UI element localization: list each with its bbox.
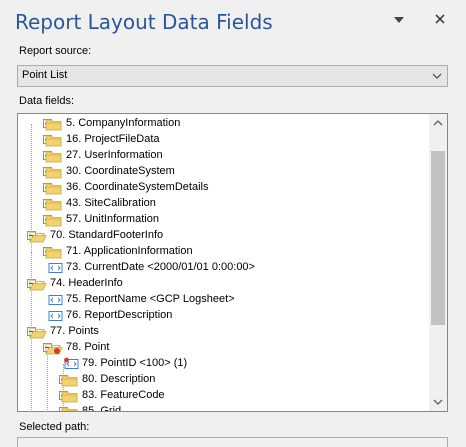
folder-icon xyxy=(61,388,79,404)
tree-item[interactable]: 16. ProjectFileData xyxy=(18,132,428,148)
tree-item[interactable]: 76. ReportDescription xyxy=(18,308,428,324)
folder-icon xyxy=(45,244,63,260)
up-arrow-icon[interactable] xyxy=(429,114,447,132)
report-source-label: Report source: xyxy=(19,45,92,57)
report-source-dropdown[interactable]: Point List xyxy=(17,65,448,87)
tree-item-label: 5. CompanyInformation xyxy=(66,117,181,129)
data-fields-tree[interactable]: 5. CompanyInformation 16. ProjectFileData… xyxy=(17,113,448,412)
tree-item[interactable]: 5. CompanyInformation xyxy=(18,116,428,132)
tree-item[interactable]: 43. SiteCalibration xyxy=(18,196,428,212)
chevron-down-icon xyxy=(432,73,442,79)
tree-item-label: 85. Grid xyxy=(82,405,122,411)
tree-item-label: 80. Description xyxy=(82,373,156,385)
tree-item-label: 36. CoordinateSystemDetails xyxy=(66,181,209,193)
tree-item-label: 71. ApplicationInformation xyxy=(66,245,193,257)
folder-icon xyxy=(45,132,63,148)
folder-icon xyxy=(45,116,63,132)
folder-icon xyxy=(61,372,79,388)
folder-icon xyxy=(45,212,63,228)
data-field-icon xyxy=(47,308,65,324)
tree-item-label: 79. PointID <100> (1) xyxy=(82,357,188,369)
tree-item[interactable]: 73. CurrentDate <2000/01/01 0:00:00> xyxy=(18,260,428,276)
close-icon[interactable] xyxy=(432,11,448,27)
tree-item-label: 16. ProjectFileData xyxy=(66,133,160,145)
folder-icon xyxy=(45,196,63,212)
report-source-value: Point List xyxy=(22,69,68,81)
data-fields-label: Data fields: xyxy=(19,95,75,107)
window-title: Report Layout Data Fields xyxy=(15,10,273,34)
tree-item[interactable]: 74. HeaderInfo xyxy=(18,276,428,292)
down-arrow-icon[interactable] xyxy=(429,393,447,411)
tree-item-label: 27. UserInformation xyxy=(66,149,163,161)
tree-item[interactable]: 85. Grid xyxy=(18,404,428,411)
data-field-icon xyxy=(47,260,65,276)
tree-item-label: 78. Point xyxy=(66,341,110,353)
scroll-thumb[interactable] xyxy=(431,151,445,325)
tree-item[interactable]: 71. ApplicationInformation xyxy=(18,244,428,260)
tree-item[interactable]: 70. StandardFooterInfo xyxy=(18,228,428,244)
tree-item[interactable]: 80. Description xyxy=(18,372,428,388)
tree-item-label: 73. CurrentDate <2000/01/01 0:00:00> xyxy=(66,261,255,273)
selected-path-field[interactable] xyxy=(17,437,448,447)
folder-icon xyxy=(45,164,63,180)
tree-item[interactable]: 77. Points xyxy=(18,324,428,340)
selected-path-label: Selected path: xyxy=(19,421,90,433)
folder-icon xyxy=(29,228,47,244)
tree-item-label: 43. SiteCalibration xyxy=(66,197,156,209)
folder-icon xyxy=(45,180,63,196)
tree-rows: 5. CompanyInformation 16. ProjectFileData… xyxy=(18,114,428,411)
folder-icon xyxy=(29,324,47,340)
folder-icon xyxy=(45,148,63,164)
tree-item-label: 76. ReportDescription xyxy=(66,309,173,321)
folder-icon xyxy=(61,404,79,411)
tree-item-label: 83. FeatureCode xyxy=(82,389,165,401)
tree-item[interactable]: 83. FeatureCode xyxy=(18,388,428,404)
tree-item[interactable]: 36. CoordinateSystemDetails xyxy=(18,180,428,196)
tree-item-label: 77. Points xyxy=(50,325,99,337)
tree-item-label: 30. CoordinateSystem xyxy=(66,165,175,177)
tree-item[interactable]: 30. CoordinateSystem xyxy=(18,164,428,180)
tree-item-label: 57. UnitInformation xyxy=(66,213,159,225)
tree-item-label: 75. ReportName <GCP Logsheet> xyxy=(66,293,235,305)
tree-item-label: 74. HeaderInfo xyxy=(50,277,123,289)
tree-item[interactable]: 57. UnitInformation xyxy=(18,212,428,228)
panel-options-icon[interactable] xyxy=(391,13,407,27)
folder-icon xyxy=(45,340,63,356)
folder-icon xyxy=(29,276,47,292)
data-field-icon xyxy=(63,356,81,372)
tree-item[interactable]: 79. PointID <100> (1) xyxy=(18,356,428,372)
tree-item-label: 70. StandardFooterInfo xyxy=(50,229,164,241)
vertical-scrollbar[interactable] xyxy=(429,114,447,411)
tree-item[interactable]: 75. ReportName <GCP Logsheet> xyxy=(18,292,428,308)
data-field-icon xyxy=(47,292,65,308)
tree-item[interactable]: 27. UserInformation xyxy=(18,148,428,164)
tree-item[interactable]: 78. Point xyxy=(18,340,428,356)
